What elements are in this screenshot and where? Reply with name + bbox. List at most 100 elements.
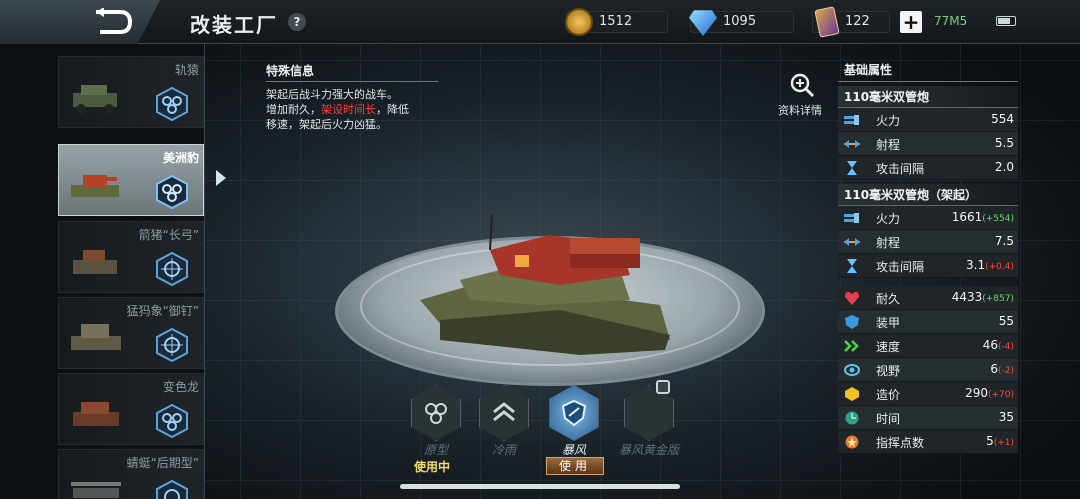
stat-row: 射程 7.5 (838, 230, 1018, 254)
stat-value: 3.1(+0.4) (966, 258, 1014, 272)
stat-label: 火力 (876, 114, 901, 128)
card-value: 122 (845, 14, 870, 29)
skin-name: 暴风黄金版 (618, 443, 679, 457)
stat-value: 7.5 (995, 234, 1014, 248)
stat-row: 速度 46(-4) (838, 334, 1018, 358)
stat-row: 指挥点数 5(+1) (838, 430, 1018, 454)
gem-value: 1095 (723, 14, 757, 29)
crosshair-badge-icon (156, 252, 188, 286)
card-icon (814, 6, 840, 38)
vehicle-thumbnail (73, 402, 119, 426)
clock-icon (845, 411, 859, 425)
stat-label: 速度 (876, 340, 901, 354)
stat-label: 射程 (876, 138, 901, 152)
tank-model[interactable] (420, 210, 680, 360)
vehicle-item-rail-ape[interactable]: 轨猿 (58, 56, 204, 128)
stat-number: 55 (998, 314, 1014, 328)
stat-number: 2.0 (994, 160, 1014, 174)
vehicle-item-dragonfly[interactable]: 蜻蜓“后期型” (58, 449, 204, 499)
stat-delta: (+554) (982, 214, 1014, 224)
stat-row: 火力 1661(+554) (838, 206, 1018, 230)
hex-badge-icon (156, 87, 188, 121)
vehicle-name: 猛犸象“御钉” (126, 304, 199, 318)
stat-number: 5.5 (994, 136, 1014, 150)
skin-storm-gold[interactable]: 暴风黄金版 (612, 385, 686, 458)
stat-row: 火力 554 (838, 108, 1018, 132)
stat-number: 5 (986, 434, 994, 448)
vehicle-item-mammoth[interactable]: 猛犸象“御钉” (58, 297, 204, 369)
vehicle-thumbnail (73, 250, 117, 274)
stat-number: 4433 (951, 290, 983, 304)
top-bar: 改装工厂 ? 1512 1095 122 + 77M5 (0, 0, 1080, 44)
stats-panel: 基础属性 110毫米双管炮 火力 554 射程 5.5 攻击间隔 2.0 110毫米双管炮… (838, 60, 1018, 454)
stat-row: 时间 35 (838, 406, 1018, 430)
stat-row: 攻击间隔 2.0 (838, 156, 1018, 180)
skin-prototype[interactable]: 原型 (404, 385, 468, 458)
stat-row: 装甲 55 (838, 310, 1018, 334)
vehicle-name: 美洲豹 (162, 151, 199, 165)
use-button[interactable]: 使用 (546, 457, 604, 475)
stat-number: 6 (990, 362, 998, 376)
vehicle-item-chameleon[interactable]: 变色龙 (58, 373, 204, 445)
special-info-text: 架起后战斗力强大的战车。 增加耐久，架设时间长，降低 移速，架起后火力凶猛。 (266, 87, 438, 132)
skin-prototype-icon (411, 385, 461, 441)
skin-name: 冷雨 (491, 443, 516, 457)
skin-storm[interactable]: 暴风 (542, 385, 606, 458)
line2-suffix: ，降低 (376, 103, 409, 116)
skin-cold-rain[interactable]: 冷雨 (472, 385, 536, 458)
stat-label: 射程 (876, 236, 901, 250)
stat-value: 290(+70) (965, 386, 1014, 400)
special-info-line3: 移速，架起后火力凶猛。 (266, 118, 387, 131)
armor-icon (845, 315, 859, 329)
magnifier-plus-icon (790, 73, 815, 98)
back-button[interactable] (0, 0, 160, 44)
firepower-icon (844, 115, 859, 125)
skin-name: 暴风 (561, 443, 586, 457)
stat-row: 视野 6(-2) (838, 358, 1018, 382)
stat-label: 指挥点数 (876, 436, 925, 450)
crosshair-badge-icon (156, 480, 188, 499)
in-use-label: 使用中 (414, 460, 451, 474)
stat-label: 攻击间隔 (876, 260, 925, 274)
stat-value: 554 (991, 112, 1014, 126)
stat-value: 1661(+554) (952, 210, 1014, 224)
stat-row: 攻击间隔 3.1(+0.4) (838, 254, 1018, 278)
stat-value: 46(-4) (983, 338, 1014, 352)
help-button[interactable]: ? (288, 13, 306, 31)
vehicle-item-porcupine[interactable]: 箭猪“长弓” (58, 221, 204, 293)
stat-label: 视野 (876, 364, 901, 378)
command-icon (845, 435, 859, 449)
eye-icon (844, 364, 860, 376)
weapon1-rows: 火力 554 射程 5.5 攻击间隔 2.0 (838, 108, 1018, 180)
add-resource-button[interactable]: + (900, 11, 922, 33)
vehicle-thumbnail (73, 85, 117, 114)
coin-counter: 1512 (565, 8, 668, 36)
coin-value: 1512 (599, 14, 633, 29)
stat-delta: (-2) (998, 366, 1014, 376)
vehicle-list[interactable]: 轨猿 美洲豹 箭猪“长弓” 猛犸象“御钉” 变色龙 蜻蜓“后期型” (0, 44, 205, 499)
vehicle-item-jaguar[interactable]: 美洲豹 (58, 144, 204, 216)
vehicle-name: 轨猿 (174, 63, 199, 77)
vehicle-thumbnail (71, 482, 121, 498)
stat-label: 火力 (876, 212, 901, 226)
stat-value: 6(-2) (990, 362, 1014, 376)
stat-number: 35 (998, 410, 1014, 424)
detail-button[interactable]: 资料详情 (778, 72, 824, 118)
stat-delta: (+0.4) (985, 262, 1014, 272)
line2-highlight: 架设时间长 (321, 103, 376, 116)
coin-icon (565, 8, 593, 36)
selection-arrow-icon (216, 170, 226, 186)
line2-prefix: 增加耐久， (266, 103, 321, 116)
vehicle-thumbnail (71, 324, 121, 350)
lock-icon (656, 380, 670, 394)
vehicle-name: 变色龙 (162, 380, 199, 394)
stat-number: 7.5 (994, 234, 1014, 248)
weapon2-name: 110毫米双管炮（架起） (838, 184, 1018, 206)
stat-number: 290 (965, 386, 988, 400)
shield-skin-icon (549, 385, 599, 441)
stat-number: 3.1 (966, 258, 986, 272)
stat-value: 55 (999, 314, 1014, 328)
stat-value: 4433(+857) (952, 290, 1014, 304)
stat-label: 装甲 (876, 316, 901, 330)
crosshair-badge-icon (156, 328, 188, 362)
